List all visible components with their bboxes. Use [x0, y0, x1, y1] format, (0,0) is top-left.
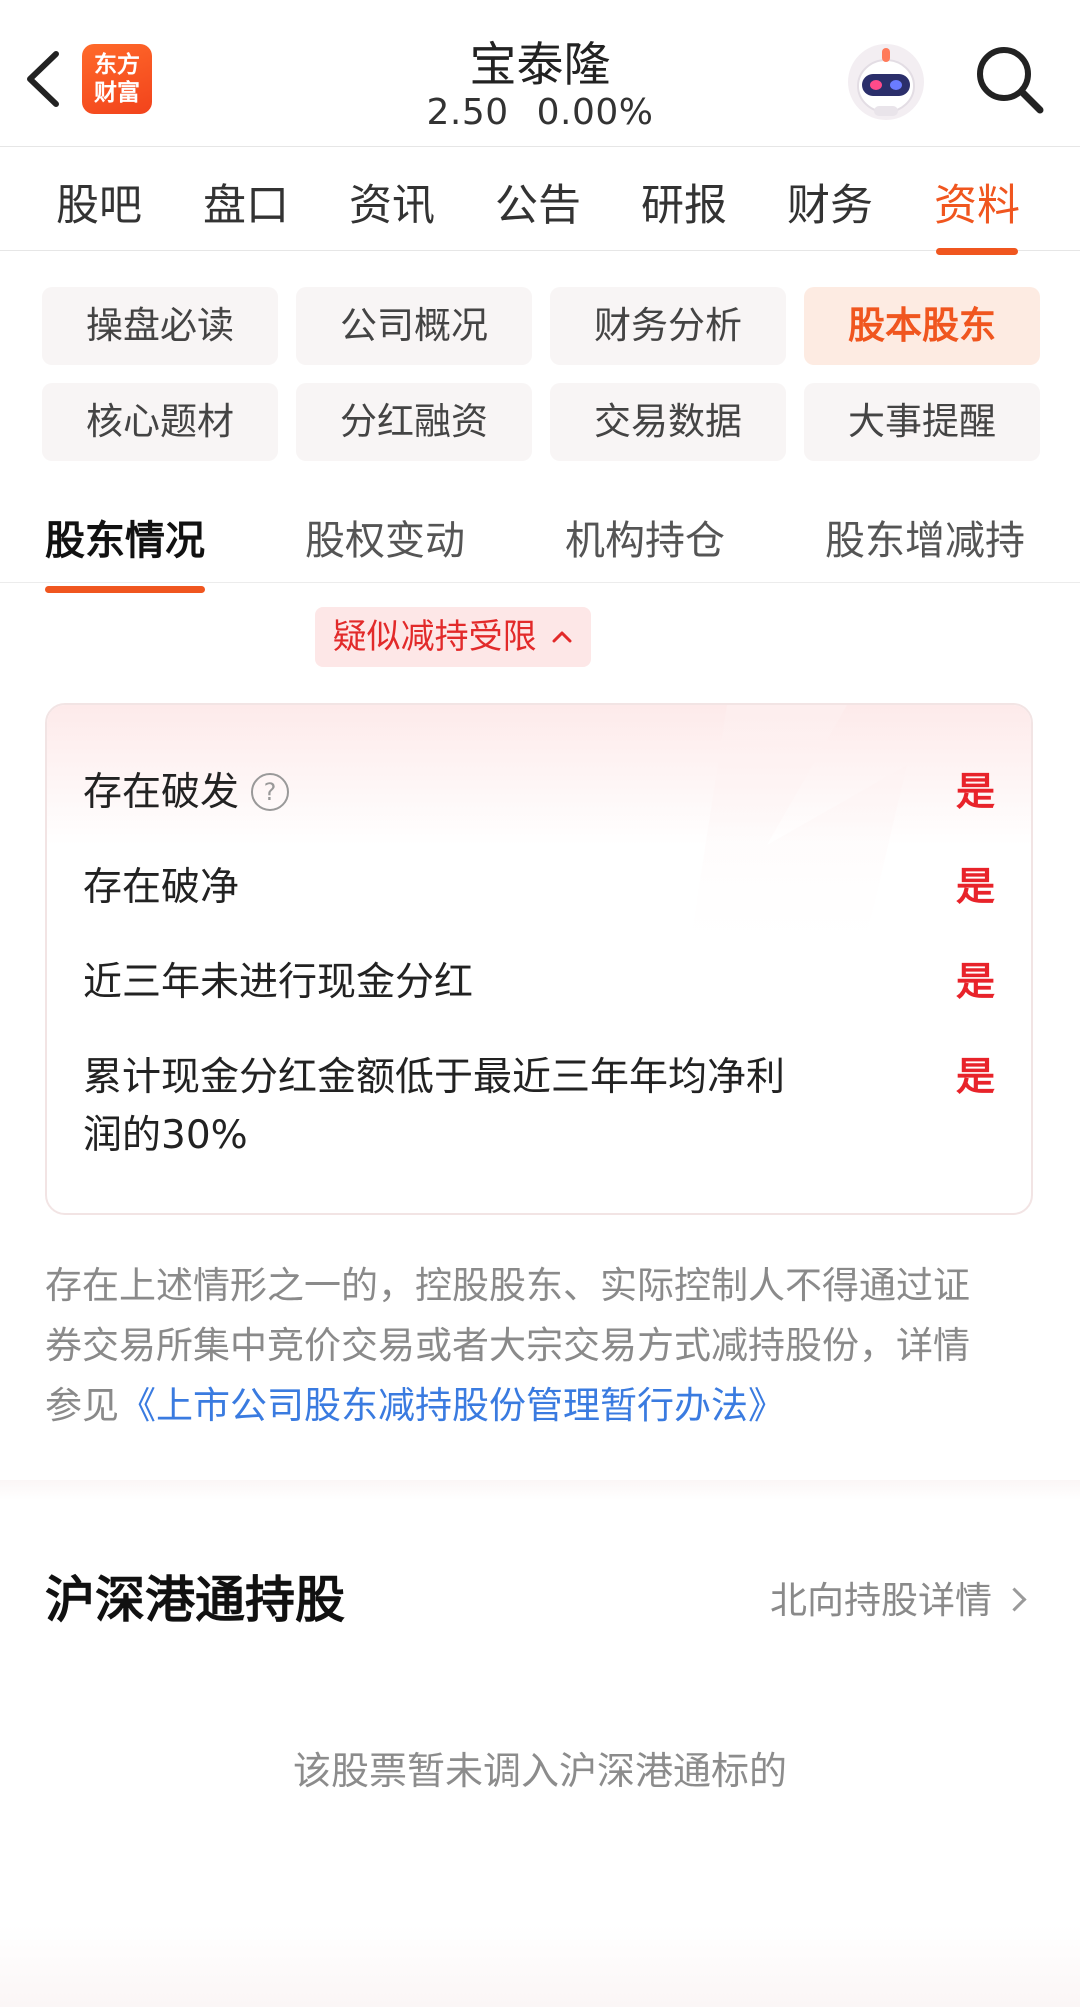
- row-value-low-dividend-ratio: 是: [955, 1055, 995, 1100]
- row-label-below-issue: 存在破发?: [83, 764, 290, 822]
- row-label-below-net-asset: 存在破净: [83, 865, 240, 910]
- note-line-1: 存在上述情形之一的，控股股东、实际控制人不得通过证: [45, 1264, 970, 1307]
- reduction-restricted-toggle[interactable]: 疑似减持受限: [315, 607, 591, 667]
- category-financial-analysis[interactable]: 财务分析: [550, 287, 786, 365]
- main-tab-bar: 股吧 盘口 资讯 公告 研报 财务 资料: [0, 147, 1080, 255]
- category-operation-guide[interactable]: 操盘必读: [42, 287, 278, 365]
- subtab-label: 机构持仓: [565, 518, 725, 564]
- subtab-shareholders[interactable]: 股东情况: [45, 508, 205, 593]
- category-core-themes[interactable]: 核心题材: [42, 383, 278, 461]
- category-trading-data[interactable]: 交易数据: [550, 383, 786, 461]
- active-subtab-underline: [45, 586, 205, 593]
- subtab-equity-changes[interactable]: 股权变动: [305, 508, 465, 566]
- restriction-note: 存在上述情形之一的，控股股东、实际控制人不得通过证 券交易所集中竞价交易或者大宗…: [45, 1256, 1035, 1436]
- row-value-no-cash-dividend: 是: [955, 960, 995, 1005]
- restriction-card: 存在破发? 是 存在破净 是 近三年未进行现金分红 是 累计现金分红金额低于最近…: [45, 703, 1033, 1215]
- subtab-institutional-holdings[interactable]: 机构持仓: [565, 508, 725, 566]
- row-value-below-issue: 是: [955, 770, 995, 815]
- tab-label: 研报: [641, 181, 727, 231]
- subtab-label: 股东增减持: [825, 518, 1025, 564]
- tab-profile[interactable]: 资料: [934, 171, 1020, 255]
- section-divider: [0, 1480, 1080, 1500]
- category-events-reminder[interactable]: 大事提醒: [804, 383, 1040, 461]
- help-icon[interactable]: ?: [251, 772, 290, 811]
- stock-name: 宝泰隆: [469, 38, 611, 93]
- stock-change: 0.00%: [536, 92, 654, 133]
- active-tab-underline: [936, 248, 1018, 255]
- row-text-line-2: 润的30%: [83, 1113, 248, 1158]
- note-line-2: 券交易所集中竞价交易或者大宗交易方式减持股份，详情: [45, 1324, 970, 1367]
- row-label-low-dividend-ratio: 累计现金分红金额低于最近三年年均净利 润的30%: [83, 1049, 785, 1165]
- section-title: 沪深港通持股: [45, 1571, 345, 1629]
- tab-label: 资料: [934, 181, 1020, 231]
- row-label-no-cash-dividend: 近三年未进行现金分红: [83, 960, 474, 1005]
- note-line-3: 参见《上市公司股东减持股份管理暂行办法》: [45, 1376, 1035, 1436]
- category-dividend-financing[interactable]: 分红融资: [296, 383, 532, 461]
- sub-tab-bar: 股东情况 股权变动 机构持仓 股东增减持: [0, 478, 1080, 593]
- row-text-line-1: 累计现金分红金额低于最近三年年均净利: [83, 1055, 786, 1100]
- tab-research[interactable]: 研报: [641, 171, 727, 233]
- bottom-divider: [0, 1925, 1080, 2007]
- regulation-link[interactable]: 《上市公司股东减持股份管理暂行办法》: [119, 1384, 785, 1427]
- tab-guba[interactable]: 股吧: [56, 171, 142, 233]
- row-text: 存在破发: [83, 770, 240, 815]
- note-prefix: 参见: [45, 1384, 119, 1427]
- tab-pankou[interactable]: 盘口: [203, 171, 289, 233]
- northbound-details-link[interactable]: 北向持股详情: [770, 1570, 1027, 1624]
- top-bar: 东方 财富 宝泰隆 2.50 0.00%: [0, 0, 1080, 147]
- stock-quote: 2.50 0.00%: [340, 92, 740, 133]
- tab-announcements[interactable]: 公告: [495, 171, 581, 233]
- logo-line-2: 财富: [94, 80, 140, 106]
- chevron-right-icon: [1002, 1587, 1027, 1612]
- search-icon[interactable]: [970, 40, 1050, 120]
- category-shares-shareholders[interactable]: 股本股东: [804, 287, 1040, 365]
- logo-line-1: 东方: [94, 52, 140, 78]
- pill-label: 疑似减持受限: [332, 617, 537, 657]
- tab-label: 资讯: [349, 181, 435, 231]
- chevron-up-icon: [552, 631, 572, 642]
- robot-assistant-icon[interactable]: [844, 40, 928, 124]
- tab-news[interactable]: 资讯: [349, 171, 435, 233]
- subtab-label: 股权变动: [305, 518, 465, 564]
- empty-state-text: 该股票暂未调入沪深港通标的: [292, 1749, 787, 1793]
- tab-label: 公告: [495, 181, 581, 231]
- tab-finance[interactable]: 财务: [787, 171, 873, 233]
- category-company-overview[interactable]: 公司概况: [296, 287, 532, 365]
- stock-price: 2.50: [426, 92, 509, 133]
- subtab-label: 股东情况: [45, 518, 205, 564]
- tab-label: 财务: [787, 181, 873, 231]
- row-value-below-net-asset: 是: [955, 865, 995, 910]
- tab-label: 股吧: [56, 181, 142, 231]
- app-logo[interactable]: 东方 财富: [82, 44, 152, 114]
- back-arrow-icon[interactable]: [18, 46, 68, 112]
- subtab-holding-changes[interactable]: 股东增减持: [825, 508, 1025, 566]
- link-label: 北向持股详情: [770, 1579, 992, 1622]
- tab-label: 盘口: [203, 181, 289, 231]
